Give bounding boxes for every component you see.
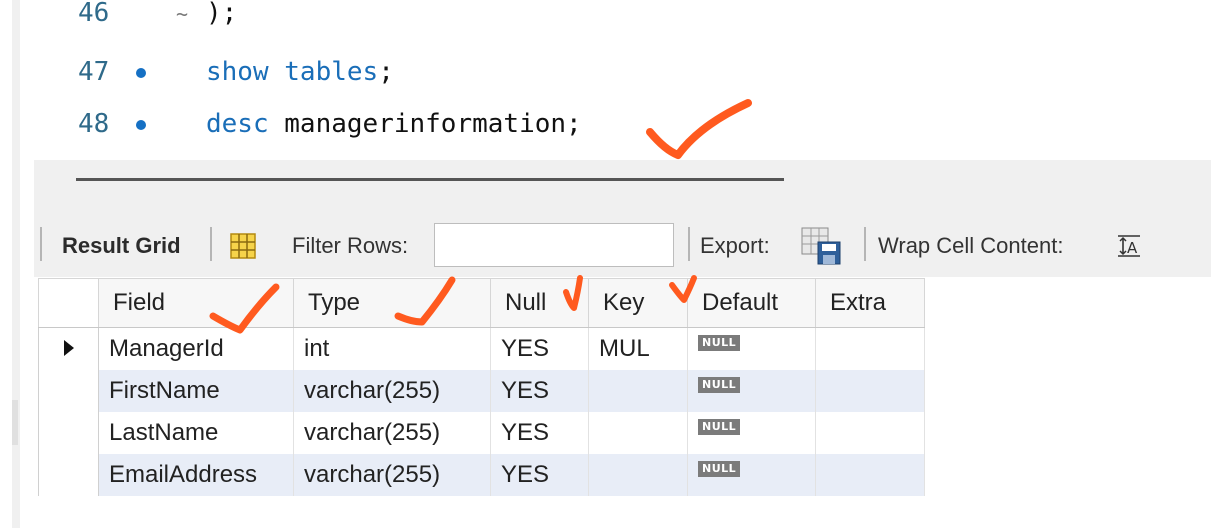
cell-null[interactable]: YES (490, 327, 589, 370)
cell-field[interactable]: LastName (98, 412, 294, 454)
grid-form-icon[interactable] (228, 215, 258, 277)
table-row[interactable]: FirstName varchar(255) YES NULL (38, 370, 925, 412)
cell-extra[interactable] (815, 370, 925, 412)
column-header-type[interactable]: Type (293, 278, 491, 328)
table-row[interactable]: ManagerId int YES MUL NULL (38, 327, 925, 370)
keyword-show-tables: show tables (206, 57, 379, 87)
cell-default[interactable]: NULL (687, 454, 816, 496)
code-text: managerinformation; (268, 109, 582, 139)
table-row[interactable]: EmailAddress varchar(255) YES NULL (38, 454, 925, 496)
cell-extra[interactable] (815, 327, 925, 370)
cell-key[interactable] (588, 412, 688, 454)
cell-key[interactable] (588, 370, 688, 412)
cell-type[interactable]: varchar(255) (293, 370, 491, 412)
panel-splitter[interactable] (34, 160, 1211, 215)
line-number: 47 (78, 57, 110, 87)
cell-null[interactable]: YES (490, 412, 589, 454)
cell-default[interactable]: NULL (687, 412, 816, 454)
cell-key[interactable]: MUL (588, 327, 688, 370)
keyword-desc: desc (206, 109, 269, 139)
cell-type[interactable]: varchar(255) (293, 454, 491, 496)
toolbar-divider (210, 227, 212, 261)
result-toolbar: Result Grid Filter Rows: Export: Wrap Ce… (34, 215, 1211, 277)
row-selector[interactable] (38, 327, 99, 370)
splitter-handle[interactable] (76, 178, 784, 181)
row-header-corner (38, 278, 99, 328)
null-badge: NULL (698, 377, 741, 393)
line-number: 46 (78, 0, 110, 28)
null-badge: NULL (698, 335, 741, 351)
cell-null[interactable]: YES (490, 370, 589, 412)
column-header-field[interactable]: Field (98, 278, 294, 328)
cell-field[interactable]: FirstName (98, 370, 294, 412)
cell-field[interactable]: ManagerId (98, 327, 294, 370)
table-row[interactable]: LastName varchar(255) YES NULL (38, 412, 925, 454)
null-badge: NULL (698, 419, 741, 435)
current-row-arrow-icon (63, 340, 74, 356)
cell-type[interactable]: int (293, 327, 491, 370)
row-selector[interactable] (38, 370, 99, 412)
statement-dot-icon (136, 68, 146, 78)
export-icon[interactable] (800, 215, 844, 277)
wrap-cell-label: Wrap Cell Content: (878, 233, 1064, 258)
cell-default[interactable]: NULL (687, 327, 816, 370)
toolbar-divider (864, 227, 866, 261)
svg-text:A: A (1127, 239, 1138, 257)
sql-editor[interactable]: 46 ~ ); 47 show tables; 48 desc manageri… (34, 0, 1211, 160)
column-header-null[interactable]: Null (490, 278, 589, 328)
column-header-extra[interactable]: Extra (815, 278, 925, 328)
cell-extra[interactable] (815, 454, 925, 496)
header-row: Field Type Null Key Default Extra (38, 278, 925, 328)
wrap-text-icon[interactable]: A (1114, 215, 1144, 277)
filter-rows-input[interactable] (434, 223, 674, 267)
export-label: Export: (700, 233, 770, 258)
column-header-key[interactable]: Key (588, 278, 688, 328)
cell-key[interactable] (588, 454, 688, 496)
null-badge: NULL (698, 461, 741, 477)
cell-type[interactable]: varchar(255) (293, 412, 491, 454)
toolbar-divider (40, 227, 42, 261)
row-selector[interactable] (38, 454, 99, 496)
row-selector[interactable] (38, 412, 99, 454)
result-grid-table: Field Type Null Key Default Extra Manage… (38, 278, 925, 496)
fold-marker-icon[interactable]: ~ (176, 2, 188, 26)
statement-dot-icon (136, 120, 146, 130)
filter-rows-label: Filter Rows: (292, 233, 409, 258)
cell-null[interactable]: YES (490, 454, 589, 496)
code-text: ); (206, 0, 238, 28)
left-edge-bar (12, 0, 20, 528)
toolbar-divider (688, 227, 690, 261)
cell-field[interactable]: EmailAddress (98, 454, 294, 496)
code-text: ; (378, 57, 394, 87)
result-grid-label: Result Grid (62, 233, 181, 258)
cell-extra[interactable] (815, 412, 925, 454)
left-edge-marker (12, 400, 18, 445)
line-number: 48 (78, 109, 110, 139)
column-header-default[interactable]: Default (687, 278, 816, 328)
cell-default[interactable]: NULL (687, 370, 816, 412)
result-grid-button[interactable]: Result Grid (62, 215, 181, 277)
